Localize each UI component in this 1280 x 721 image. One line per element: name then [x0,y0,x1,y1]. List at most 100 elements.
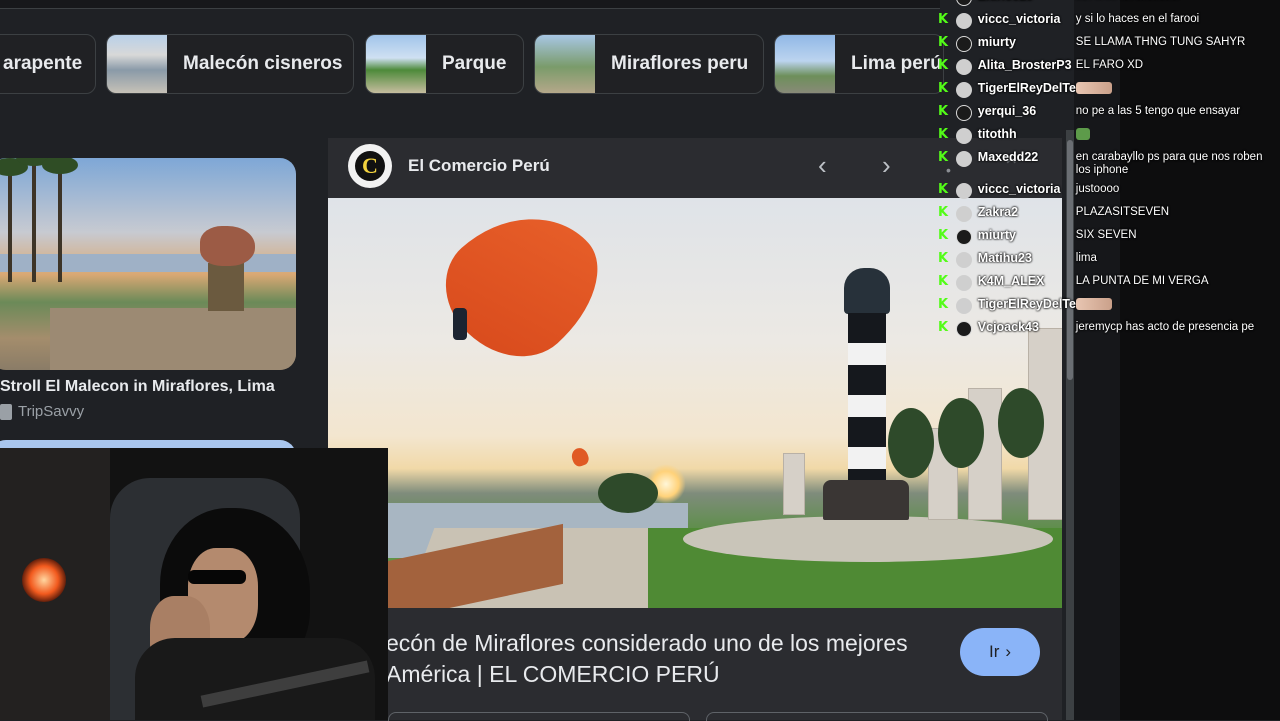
publisher-logo: C [348,144,392,188]
kick-badge-icon: K [938,81,949,96]
chat-username[interactable]: Matihu23 [978,252,1076,265]
chip-label: arapente [3,53,83,74]
publisher-name[interactable]: El Comercio Perú [408,156,550,176]
kick-badge-icon: K [938,12,949,27]
chat-text: justoooo [1075,183,1120,195]
chat-text: y si lo haces en el farooi [1075,13,1200,25]
lighthouse-base [823,480,909,520]
chat-text: ian eres un fracasao [1076,0,1280,3]
kick-badge-icon: K [938,251,949,266]
emote-icon [1075,128,1090,140]
avatar [955,128,972,144]
chat-username[interactable]: yerqui_36 [978,105,1076,118]
sunglasses [188,570,246,584]
distant-paraglider [569,445,591,469]
kick-badge-icon: K [938,104,949,119]
avatar [955,82,972,98]
kick-badge-icon: K [938,228,949,243]
chat-message: K TigerElReyDelTecho [934,298,1280,321]
tree [598,473,658,513]
avatar [955,13,972,29]
go-button[interactable]: Ir › [960,628,1040,676]
sculpture-base [208,263,244,311]
chip-parapente[interactable]: arapente [0,34,96,94]
promenade [50,308,296,370]
kick-badge-icon: K [938,274,949,289]
chat-text: no pe a las 5 tengo que ensayar [1075,105,1241,117]
chat-username[interactable]: Vcjoack43 [978,321,1076,334]
kick-badge-icon: K [938,297,949,312]
chat-text: SIX SEVEN [1075,229,1137,241]
emote-icon [1075,298,1112,310]
chevron-left-icon[interactable]: ‹ [818,150,827,181]
left-result-caption[interactable]: Stroll El Malecon in Miraflores, Lima [0,378,275,396]
chat-message: Kviccc_victoria y si lo haces en el faroo… [934,13,1280,36]
avatar [955,0,972,6]
chat-text [1075,82,1280,95]
paraglider-pilot [453,308,467,340]
avatar [955,275,972,291]
card-header: C El Comercio Perú [348,144,550,188]
top-bar [0,0,940,9]
chat-username[interactable]: Alita_BrosterP3 [978,59,1076,72]
chip-miraflores-peru[interactable]: Miraflores peru [534,34,764,94]
avatar [955,59,972,75]
chat-username[interactable]: TigerElReyDelTecho [978,82,1098,95]
chat-username[interactable]: Zakra2 [978,206,1076,219]
palm-tree [16,158,52,282]
avatar [955,206,972,222]
chat-username[interactable]: Maxedd22 [978,151,1076,164]
article-title[interactable]: ecón de Miraflores considerado uno de lo… [386,628,908,690]
chat-message: K Maxedd22 en carabayllo ps para que nos r… [934,151,1280,183]
chat-username[interactable]: miurty [978,229,1076,242]
lighthouse-lantern [844,268,890,314]
avatar [955,105,972,121]
kissing-sculpture [200,226,255,266]
kick-badge-icon: K [938,320,949,335]
chevron-right-icon[interactable]: › [882,150,891,181]
chip-parque[interactable]: Parque [365,34,524,94]
chat-text: LA PUNTA DE MI VERGA [1075,275,1209,287]
avatar [955,252,972,268]
chat-username[interactable]: K4M_ALEX [978,275,1076,288]
chip-lima-peru[interactable]: Lima perú [774,34,944,94]
chat-username[interactable]: titothh [978,128,1076,141]
kick-badge-icon: K [938,150,949,165]
chat-text: en carabayllo ps para que nos roben los … [1075,151,1263,176]
chip-thumbnail [107,35,167,93]
avatar [955,36,972,52]
streamer-shirt [135,638,375,720]
tree [888,408,934,478]
chat-username[interactable]: viccc_victoria [978,13,1076,26]
chip-malecon-cisneros[interactable]: Malecón cisneros [106,34,354,94]
chat-text [1075,128,1280,141]
chat-message: K Matihu23 lima [934,252,1280,275]
left-result-source[interactable]: TripSavvy [0,403,84,420]
chat-text: SE LLAMA THNG TUNG SAHYR [1075,36,1246,48]
chat-message: Ktitothh [934,128,1280,151]
kick-badge-icon: K [938,127,949,142]
lighthouse [848,313,886,483]
chat-message: Kyerqui_36 no pe a las 5 tengo que ensaya… [934,105,1280,128]
chat-username[interactable]: Eluno529 [978,0,1076,3]
chat-message: Kmiurty SE LLAMA THNG TUNG SAHYR [934,36,1280,59]
kick-badge-icon: K [938,182,949,197]
chip-thumbnail [535,35,595,93]
chat-text: jeremycp has acto de presencia pe [1075,321,1255,333]
left-result-image[interactable] [0,158,296,370]
logo-letter: C [355,151,385,181]
chat-message: K TigerElReyDelTecho [934,82,1280,105]
chat-username[interactable]: miurty [978,36,1076,49]
kick-badge-icon: K [938,58,949,73]
chip-label: Miraflores peru [611,53,749,74]
chat-text: EL FARO XD [1075,59,1144,71]
chat-username[interactable]: TigerElReyDelTecho [978,298,1098,311]
source-name: TripSavvy [18,403,85,420]
go-button-label: Ir [988,642,1000,661]
chat-username[interactable]: viccc_victoria [978,183,1076,196]
chip-label: Lima perú [851,53,942,74]
avatar [955,298,972,314]
emote-icon [1075,82,1112,94]
avatar [955,321,972,337]
chat-text: PLAZASITSEVEN [1075,206,1170,218]
